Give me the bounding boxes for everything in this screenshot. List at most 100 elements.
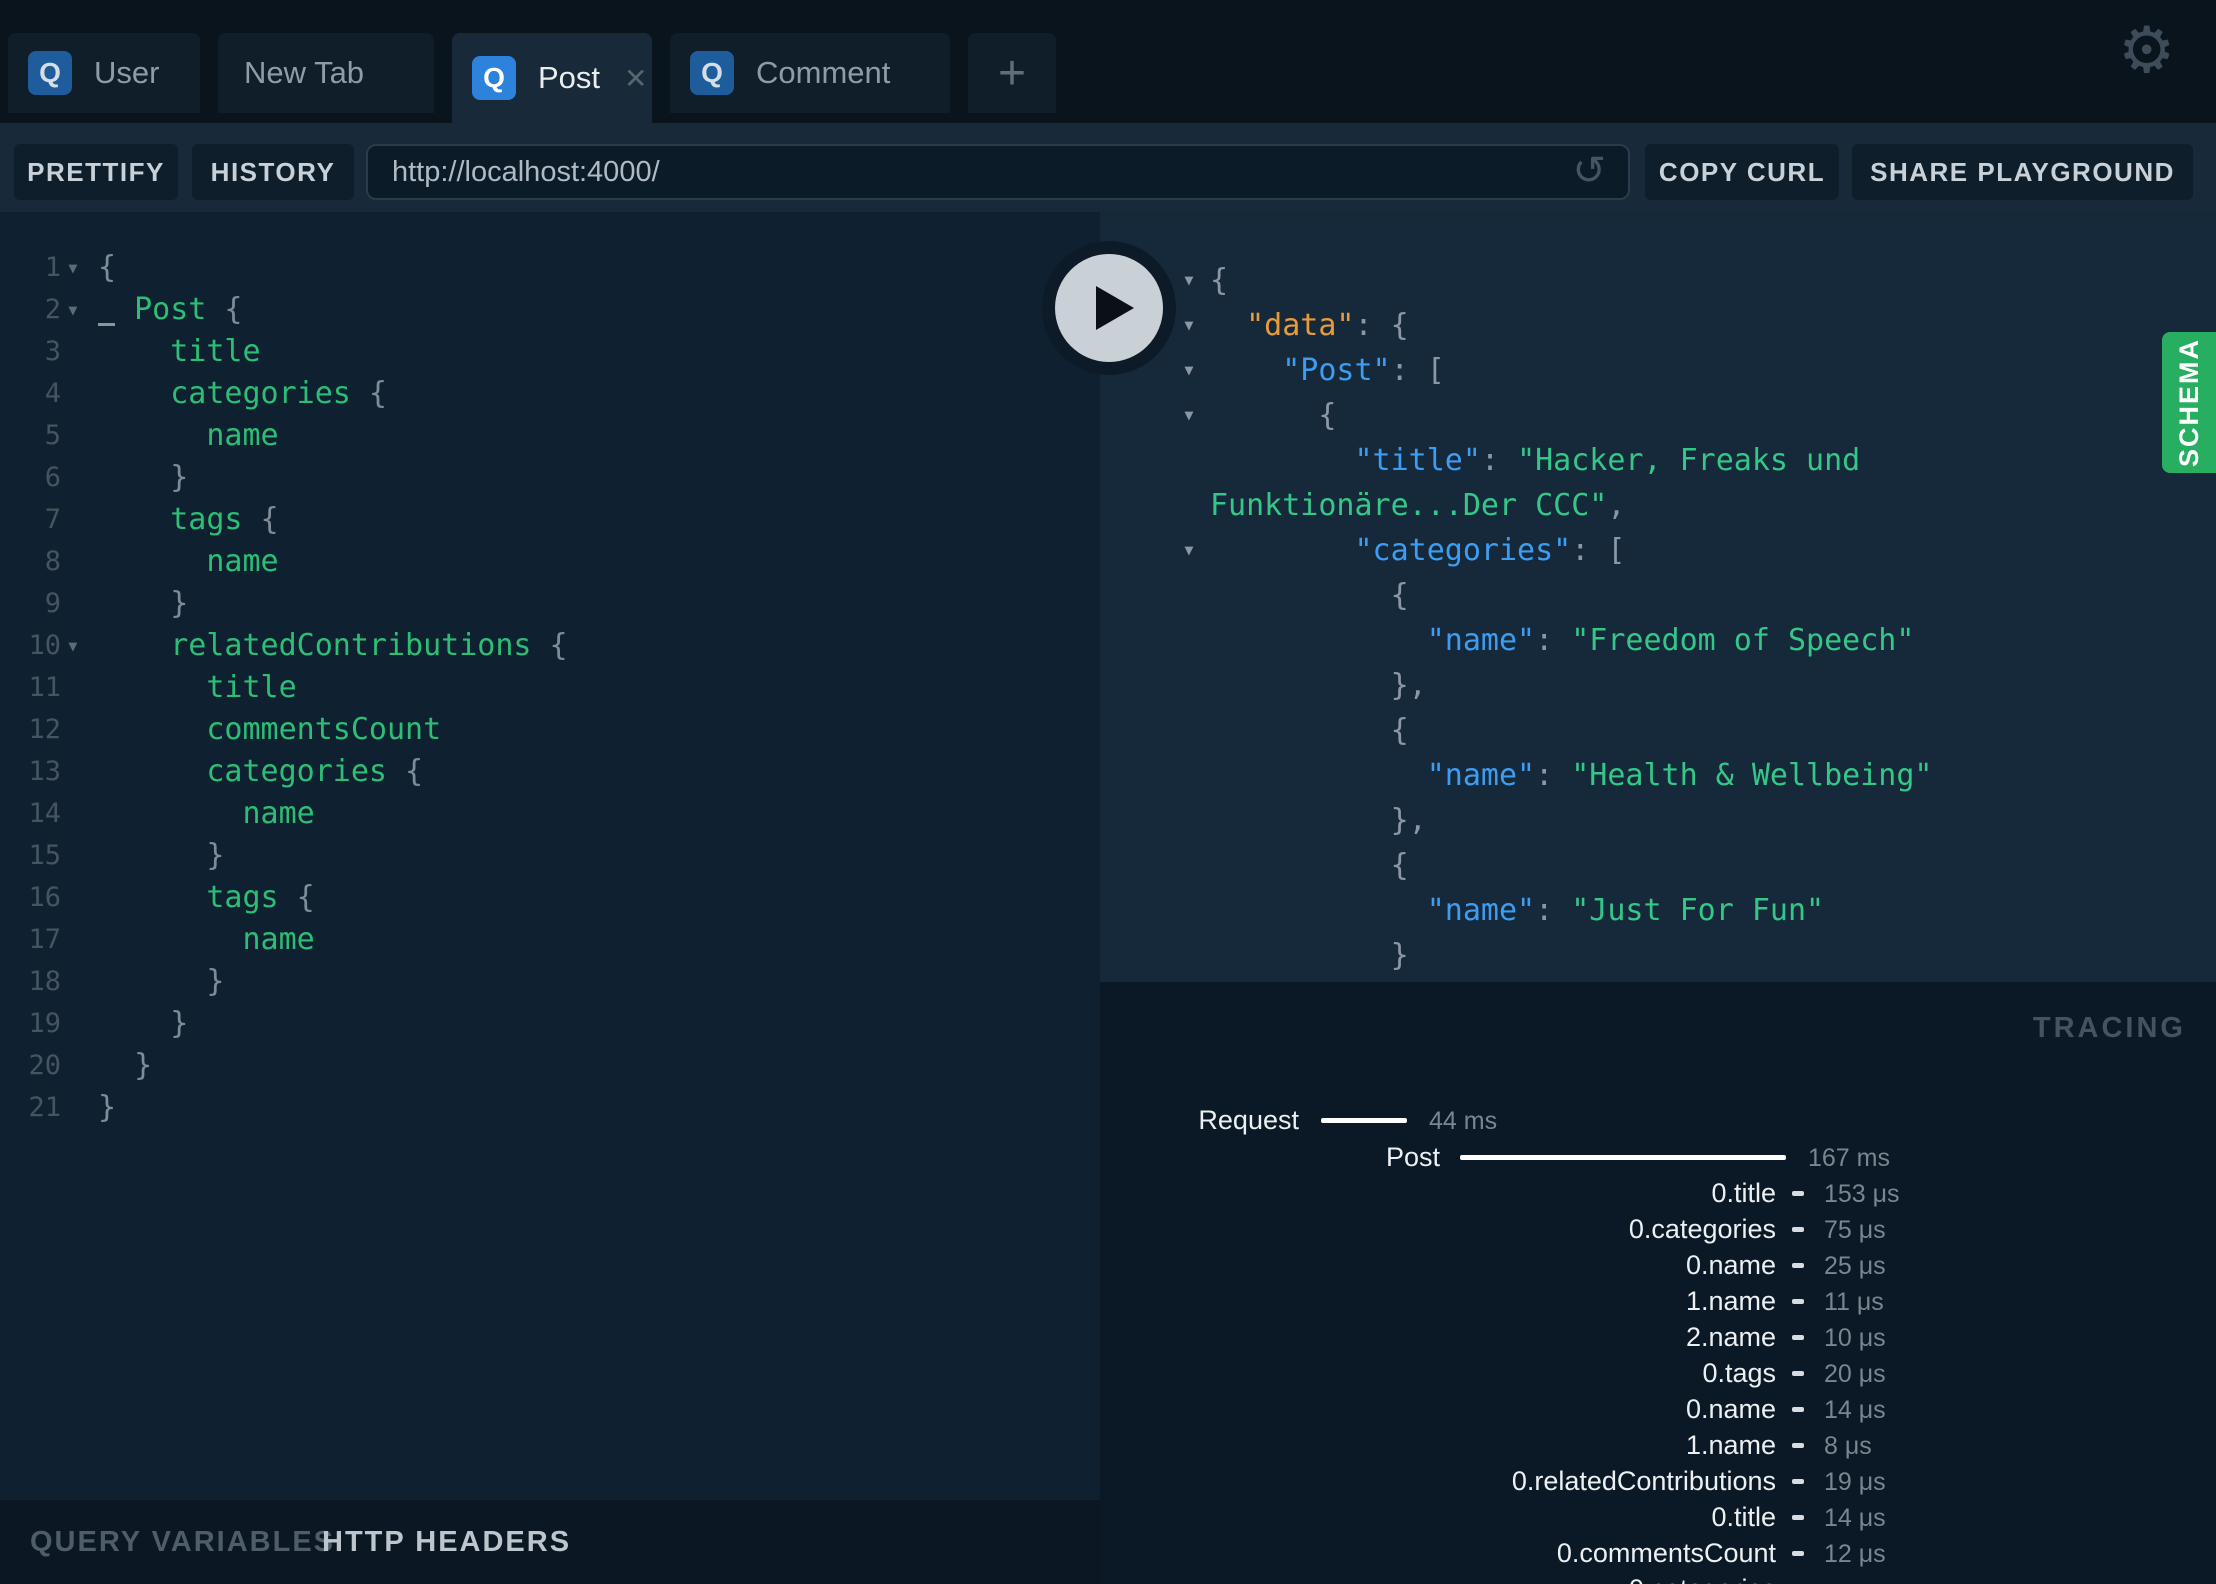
query-variables-tab[interactable]: QUERY VARIABLES [30, 1526, 335, 1559]
schema-tab-button[interactable]: SCHEMA [2162, 332, 2216, 473]
tab-user[interactable]: Q User [8, 33, 200, 113]
http-headers-tab[interactable]: HTTP HEADERS [322, 1526, 571, 1559]
trace-resolver-label: Post [1385, 1142, 1440, 1172]
response-line-2: ▾ "data": { [1100, 303, 2216, 348]
query-line-7: 7 tags { [0, 499, 1100, 541]
play-button-circle [1055, 254, 1163, 362]
line-number: 19 [28, 1008, 61, 1039]
query-line-9: 9 } [0, 583, 1100, 625]
query-line-16: 16 tags { [0, 877, 1100, 919]
play-icon [1096, 286, 1134, 330]
code-text: { [1210, 578, 1409, 613]
code-text: } [1210, 938, 1409, 973]
query-editor[interactable]: 1 ▾{2 ▾ Post {3 title 4 categories {5 name 6… [0, 212, 1100, 1500]
trace-field-path: 1.name [1685, 1430, 1776, 1460]
code-text: "categories": [ [1354, 533, 1626, 568]
schema-tab-label: SCHEMA [2173, 337, 2204, 468]
trace-field-path: 0.commentsCount [1556, 1538, 1776, 1568]
code-text: "Post": [ [1282, 353, 1445, 388]
query-line-1: 1 ▾{ [0, 247, 1100, 289]
code-text: title [206, 670, 297, 705]
close-tab-icon[interactable]: ✕ [624, 62, 647, 95]
line-number: 13 [28, 756, 61, 787]
fold-arrow-icon[interactable]: ▾ [1182, 348, 1196, 393]
fold-arrow-icon[interactable]: ▾ [1182, 393, 1196, 438]
trace-resolver-duration: 167 ms [1808, 1144, 1890, 1172]
execute-query-button[interactable] [1042, 241, 1176, 375]
line-number: 17 [28, 924, 61, 955]
code-text: commentsCount [206, 712, 442, 747]
response-line-5: "title": "Hacker, Freaks und [1100, 438, 2216, 483]
trace-field-duration: 10 μs [1824, 1324, 1886, 1352]
trace-field-bar [1792, 1515, 1804, 1520]
share-playground-button[interactable]: SHARE PLAYGROUND [1852, 144, 2193, 200]
tab-new-tab[interactable]: New Tab [218, 33, 434, 113]
code-text: tags { [206, 880, 315, 915]
code-text: } [98, 460, 189, 495]
trace-field-bar [1792, 1191, 1804, 1196]
fold-arrow-icon[interactable]: ▾ [66, 289, 92, 331]
tab-label: Post [538, 60, 601, 95]
trace-resolver-bar [1460, 1155, 1786, 1160]
tab-bar: Q User New Tab Q Post ✕ Q Comment + ⚙ [0, 0, 2216, 123]
prettify-button[interactable]: PRETTIFY [14, 144, 178, 200]
line-number: 8 [44, 546, 61, 577]
reload-schema-icon[interactable]: ↺ [1572, 148, 1606, 194]
trace-field-path: 2.name [1685, 1322, 1776, 1352]
fold-arrow-icon[interactable]: ▾ [1182, 258, 1196, 303]
query-line-19: 19 } [0, 1003, 1100, 1045]
line-number: 6 [44, 462, 61, 493]
response-line-10: }, [1100, 663, 2216, 708]
line-number: 15 [28, 840, 61, 871]
query-line-10: 10 ▾ relatedContributions { [0, 625, 1100, 667]
code-text: } [98, 586, 189, 621]
tab-post[interactable]: Q Post ✕ [452, 33, 652, 123]
query-line-21: 21} [0, 1087, 1100, 1129]
fold-arrow-icon[interactable]: ▾ [66, 625, 92, 667]
settings-gear-icon[interactable]: ⚙ [2118, 14, 2175, 88]
code-text: { [1210, 398, 1337, 433]
code-text: }, [1210, 803, 1427, 838]
code-text: { [1210, 263, 1229, 298]
trace-field-bar [1792, 1227, 1804, 1232]
fold-arrow-icon[interactable]: ▾ [66, 247, 92, 289]
line-number: 3 [44, 336, 61, 367]
code-text: Post { [134, 292, 243, 327]
endpoint-url-input[interactable]: http://localhost:4000/ ↺ [366, 144, 1630, 200]
line-number: 4 [44, 378, 61, 409]
fold-arrow-icon[interactable]: ▾ [1182, 528, 1196, 573]
trace-field-path: 0.name [1685, 1250, 1776, 1280]
copy-curl-button[interactable]: COPY CURL [1645, 144, 1839, 200]
tab-comment[interactable]: Q Comment [670, 33, 950, 113]
query-line-15: 15 } [0, 835, 1100, 877]
query-line-4: 4 categories { [0, 373, 1100, 415]
line-number: 14 [28, 798, 61, 829]
code-text: "name": "Freedom of Speech" [1426, 623, 1915, 658]
response-line-14: { [1100, 843, 2216, 888]
trace-field-duration: 19 μs [1824, 1468, 1886, 1496]
new-tab-button[interactable]: + [968, 33, 1056, 113]
line-number: 16 [28, 882, 61, 913]
history-button[interactable]: HISTORY [192, 144, 354, 200]
code-text: name [206, 544, 279, 579]
response-line-4: ▾ { [1100, 393, 2216, 438]
response-viewer: ▾{▾ "data": {▾ "Post": [▾ { "title": "Ha… [1100, 212, 2216, 982]
response-line-1: ▾{ [1100, 258, 2216, 303]
tab-label: User [94, 55, 160, 90]
bottom-bar: QUERY VARIABLES HTTP HEADERS [0, 1500, 1100, 1584]
trace-field-path: 0.title [1711, 1178, 1776, 1208]
graphql-playground-window: Q User New Tab Q Post ✕ Q Comment + ⚙ PRETTIFY … [0, 0, 2216, 1584]
code-text: } [98, 1048, 153, 1083]
code-text: "data": { [1246, 308, 1409, 343]
trace-field-bar [1792, 1407, 1804, 1412]
code-text: } [98, 1090, 117, 1125]
code-text: } [98, 964, 225, 999]
trace-field-duration: 25 μs [1824, 1252, 1886, 1280]
trace-field-duration: 14 μs [1824, 1504, 1886, 1532]
tab-label: New Tab [244, 55, 365, 90]
response-line-3: ▾ "Post": [ [1100, 348, 2216, 393]
response-line-9: "name": "Freedom of Speech" [1100, 618, 2216, 663]
query-badge: Q [28, 51, 72, 95]
response-line-15: "name": "Just For Fun" [1100, 888, 2216, 933]
fold-arrow-icon[interactable]: ▾ [1182, 303, 1196, 348]
